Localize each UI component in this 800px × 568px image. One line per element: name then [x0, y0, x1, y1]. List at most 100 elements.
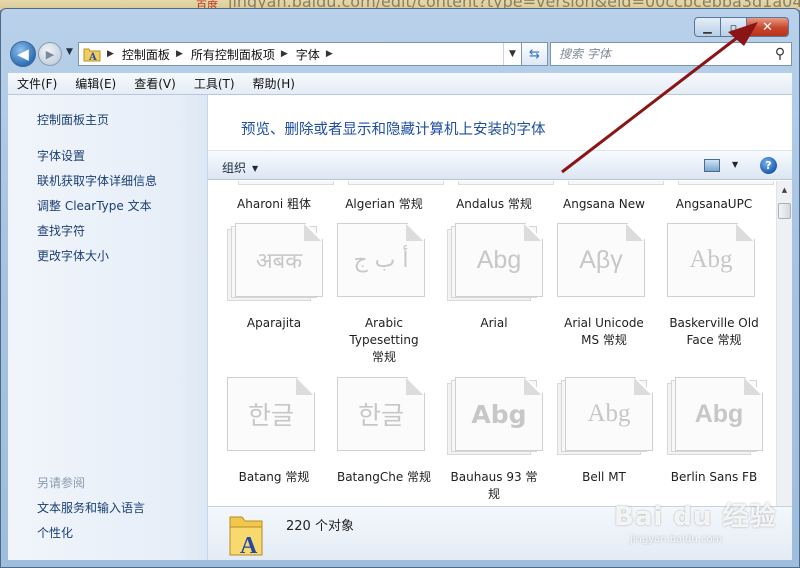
vertical-scrollbar[interactable]: ▲: [776, 181, 792, 506]
search-box[interactable]: ⚲: [550, 42, 792, 66]
text-services-link[interactable]: 文本服务和输入语言: [37, 499, 145, 516]
font-sample: 한글: [247, 401, 294, 430]
menu-file[interactable]: 文件(F): [8, 75, 66, 92]
breadcrumb-separator-icon[interactable]: ▶: [326, 49, 333, 59]
menu-view[interactable]: 查看(V): [125, 75, 185, 92]
font-icon-edge: [458, 181, 554, 185]
scroll-thumb[interactable]: [778, 203, 791, 219]
breadcrumb-control-panel[interactable]: 控制面板: [122, 46, 170, 63]
font-tile[interactable]: Aharoni 粗体: [219, 181, 334, 211]
font-file-icon: Αβγ: [557, 223, 653, 303]
font-file-icon: Abg: [667, 377, 763, 457]
font-tile[interactable]: Abg Baskerville Old Face 常规: [648, 223, 759, 373]
arrow-left-icon: ◀: [17, 45, 29, 63]
font-tile[interactable]: 한글 Batang 常规: [208, 377, 318, 506]
font-sample: अबक: [255, 249, 303, 274]
organize-button[interactable]: 组织 ▼: [222, 159, 258, 176]
breadcrumb-all-items[interactable]: 所有控制面板项: [191, 46, 275, 63]
control-panel-home-link[interactable]: 控制面板主页: [37, 111, 109, 128]
search-icon[interactable]: ⚲: [769, 46, 791, 62]
breadcrumb-separator-icon[interactable]: ▶: [281, 49, 288, 59]
font-label: Arial Unicode MS 常规: [564, 316, 644, 347]
font-grid: Aharoni 粗体 Algerian 常规 Andalus 常规 Angsan…: [208, 181, 776, 506]
font-settings-link[interactable]: 字体设置: [37, 147, 85, 164]
font-tile[interactable]: Angsana New: [549, 181, 664, 211]
font-icon-edge: [568, 181, 664, 185]
address-bar[interactable]: A ▶ 控制面板 ▶ 所有控制面板项 ▶ 字体 ▶ ▼: [78, 42, 522, 66]
font-sample: 한글: [357, 401, 404, 430]
chevron-down-icon: ▼: [252, 164, 259, 173]
font-label: Bell MT: [582, 470, 626, 484]
breadcrumb-separator-icon[interactable]: ▶: [107, 49, 114, 59]
font-label: Algerian 常规: [345, 197, 423, 211]
refresh-button[interactable]: ⇆: [522, 42, 548, 66]
font-label: Angsana New: [563, 197, 645, 211]
font-sample: أ ب ج: [353, 247, 409, 273]
font-file-icon: Abg: [447, 377, 543, 457]
font-icon-edge: [348, 181, 444, 185]
chevron-up-icon: ▲: [781, 186, 788, 194]
forward-button[interactable]: ▶: [38, 42, 62, 66]
font-tile[interactable]: أ ب ج Arabic Typesetting 常规: [318, 223, 428, 373]
font-tile[interactable]: अबक Aparajita: [208, 223, 323, 373]
font-tile[interactable]: Αβγ Arial Unicode MS 常规: [538, 223, 648, 373]
svg-text:A: A: [240, 533, 258, 557]
menu-edit[interactable]: 编辑(E): [66, 75, 125, 92]
font-label: Aparajita: [246, 316, 302, 330]
task-pane: 控制面板主页 字体设置 联机获取字体详细信息 调整 ClearType 文本 查…: [8, 95, 208, 560]
font-tile[interactable]: AngsanaUPC: [659, 181, 774, 211]
font-label: Andalus 常规: [456, 197, 532, 211]
command-bar: 组织 ▼ ▼ ?: [208, 150, 792, 180]
font-label: Batang 常规: [238, 470, 310, 484]
font-tile[interactable]: Abg Bauhaus 93 常规: [428, 377, 543, 506]
font-label: Baskerville Old Face 常规: [669, 316, 759, 347]
font-label: Bauhaus 93 常规: [450, 470, 538, 501]
get-font-info-online-link[interactable]: 联机获取字体详细信息: [37, 172, 157, 189]
chevron-down-icon: ▼: [509, 49, 516, 59]
font-file-icon: Abg: [667, 223, 763, 303]
breadcrumb-fonts[interactable]: 字体: [296, 46, 320, 63]
recent-pages-dropdown[interactable]: ▼: [66, 47, 73, 57]
item-count: 220 个对象: [286, 519, 354, 534]
change-view-icon[interactable]: [704, 159, 720, 172]
minimize-button[interactable]: ▁: [694, 17, 720, 37]
help-icon: ?: [765, 159, 772, 172]
adjust-cleartype-link[interactable]: 调整 ClearType 文本: [37, 197, 152, 214]
arrow-right-icon: ▶: [45, 47, 55, 61]
menu-help[interactable]: 帮助(H): [244, 75, 304, 92]
font-label: BatangChe 常规: [336, 470, 432, 484]
font-file-icon: 한글: [227, 377, 323, 457]
find-character-link[interactable]: 查找字符: [37, 222, 85, 239]
navigation-bar: ◀ ▶ ▼ A ▶ 控制面板 ▶ 所有控制面板项 ▶ 字体 ▶ ▼ ⇆ ⚲: [10, 41, 792, 67]
breadcrumb: ▶ 控制面板 ▶ 所有控制面板项 ▶ 字体 ▶: [101, 46, 341, 63]
fonts-folder-icon: A: [228, 513, 266, 559]
close-button[interactable]: ✕: [746, 17, 789, 37]
menu-bar: 文件(F) 编辑(E) 查看(V) 工具(T) 帮助(H): [8, 73, 792, 95]
font-file-icon: अबक: [227, 223, 323, 303]
back-button[interactable]: ◀: [10, 41, 36, 67]
address-history-dropdown[interactable]: ▼: [503, 43, 521, 65]
menu-tools[interactable]: 工具(T): [185, 75, 244, 92]
help-button[interactable]: ?: [760, 157, 777, 174]
personalization-link[interactable]: 个性化: [37, 524, 73, 541]
scroll-up-button[interactable]: ▲: [777, 183, 792, 197]
search-input[interactable]: [559, 47, 769, 61]
change-font-size-link[interactable]: 更改字体大小: [37, 247, 109, 264]
font-tile[interactable]: Algerian 常规: [329, 181, 444, 211]
chevron-down-icon: ▼: [732, 160, 739, 169]
view-options-dropdown[interactable]: ▼: [732, 160, 738, 169]
content-pane: 预览、删除或者显示和隐藏计算机上安装的字体 组织 ▼ ▼ ? Aharoni 粗体…: [208, 95, 792, 560]
baidu-watermark-logo: Bai du 经验: [614, 502, 777, 532]
font-label: Arial: [480, 316, 508, 330]
breadcrumb-separator-icon[interactable]: ▶: [176, 49, 183, 59]
font-label: Aharoni 粗体: [237, 197, 311, 211]
font-tile[interactable]: Abg Bell MT: [538, 377, 653, 506]
svg-text:A: A: [88, 52, 97, 62]
font-tile[interactable]: Abg Arial: [428, 223, 543, 373]
refresh-icon: ⇆: [529, 46, 540, 62]
font-sample: Abg: [694, 399, 744, 428]
font-tile[interactable]: Abg Berlin Sans FB: [648, 377, 763, 506]
font-tile[interactable]: 한글 BatangChe 常规: [318, 377, 431, 506]
font-tile[interactable]: Andalus 常规: [439, 181, 554, 211]
maximize-button[interactable]: ▫: [720, 17, 746, 37]
